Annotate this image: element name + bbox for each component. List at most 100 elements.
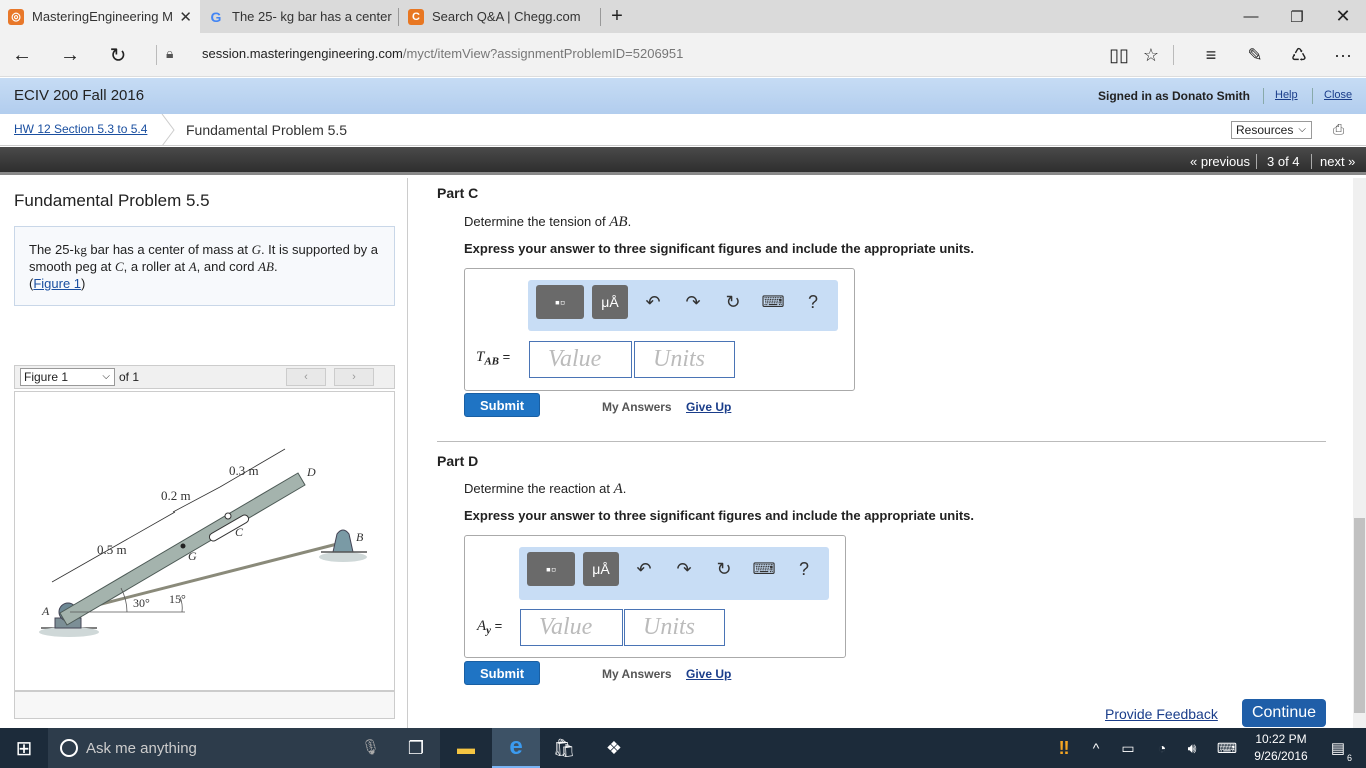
continue-button[interactable]: Continue xyxy=(1242,699,1326,727)
file-explorer-icon[interactable]: ▬ xyxy=(442,728,490,768)
more-icon[interactable]: ··· xyxy=(1327,41,1359,69)
prompt-text: Determine the reaction at xyxy=(464,481,614,496)
bar-diagram: 0.5 m 0.2 m 0.3 m D C G B A 30° 15° xyxy=(39,448,367,637)
battery-icon[interactable]: ▭ xyxy=(1114,728,1142,768)
help-button[interactable]: ? xyxy=(792,557,816,581)
task-view-icon[interactable]: ❐ xyxy=(392,728,440,768)
chevron-down-icon: ⌵ xyxy=(1298,124,1306,135)
volume-icon[interactable]: 🔊︎ xyxy=(1178,728,1206,768)
action-center-icon[interactable]: ▤ 6 xyxy=(1318,728,1358,768)
figure-link[interactable]: Figure 1 xyxy=(33,276,81,291)
part-c-title: Part C xyxy=(437,185,479,201)
restore-icon[interactable]: ❐ xyxy=(1274,0,1320,33)
submit-button[interactable]: Submit xyxy=(464,393,540,417)
new-tab-icon[interactable]: + xyxy=(600,0,634,33)
tab-google[interactable]: G The 25- kg bar has a center xyxy=(200,0,398,33)
dropbox-icon[interactable]: ❖ xyxy=(590,728,638,768)
url-field[interactable]: session.masteringengineering.com/myct/it… xyxy=(202,46,683,61)
undo-icon[interactable]: ↶ xyxy=(641,290,665,314)
microphone-icon[interactable]: 🎙︎ xyxy=(361,738,380,756)
share-icon[interactable]: ♺ xyxy=(1283,41,1315,69)
reset-icon[interactable]: ↻ xyxy=(712,557,736,581)
edge-icon[interactable]: e xyxy=(492,728,540,768)
chevron-up-icon[interactable]: ^ xyxy=(1084,728,1108,768)
statement-unit: kg xyxy=(73,242,87,257)
part-d-answer-box: ▪▫ μÅ ↶ ↷ ↻ ⌨ ? Ay = Value Units xyxy=(464,535,846,658)
store-icon[interactable]: 🛍︎ xyxy=(540,728,588,768)
peg-c xyxy=(224,512,232,520)
template-icon[interactable]: ▪▫ xyxy=(527,552,575,586)
notification-alert-icon[interactable]: ‼ xyxy=(1046,728,1082,768)
help-button[interactable]: ? xyxy=(801,290,825,314)
keyboard-icon[interactable]: ⌨ xyxy=(752,557,776,581)
previous-link[interactable]: « previous xyxy=(1190,154,1250,169)
undo-icon[interactable]: ↶ xyxy=(632,557,656,581)
refresh-icon[interactable]: ↻ xyxy=(96,33,140,77)
figure-panel: 0.5 m 0.2 m 0.3 m D C G B A 30° 15° xyxy=(14,391,395,691)
tab-chegg[interactable]: C Search Q&A | Chegg.com xyxy=(400,0,600,33)
reading-view-icon[interactable]: ▯▯ xyxy=(1103,41,1135,69)
give-up-link[interactable]: Give Up xyxy=(686,400,731,414)
resources-dropdown[interactable]: Resources ⌵ xyxy=(1231,121,1312,139)
give-up-link[interactable]: Give Up xyxy=(686,667,731,681)
assignment-nav: « previous 3 of 4 next » xyxy=(0,147,1366,175)
web-note-icon[interactable]: ✎ xyxy=(1239,41,1271,69)
part-c-answer-box: ▪▫ μÅ ↶ ↷ ↻ ⌨ ? TAB = Value Units xyxy=(464,268,855,391)
provide-feedback-link[interactable]: Provide Feedback xyxy=(1105,706,1218,722)
variable-label: Ay = xyxy=(477,618,502,637)
tab-mastering[interactable]: ◎ MasteringEngineering M ✕ xyxy=(0,0,200,33)
close-window-icon[interactable]: ✕ xyxy=(1320,0,1366,33)
my-answers-label: My Answers xyxy=(602,667,672,681)
units-input[interactable]: Units xyxy=(624,609,725,646)
minimize-icon[interactable]: — xyxy=(1228,0,1274,33)
scrollbar-thumb[interactable] xyxy=(1354,518,1365,713)
dim-label: 0.3 m xyxy=(229,463,259,478)
figure-prev-button[interactable]: ‹ xyxy=(286,368,326,386)
hub-icon[interactable]: ≡ xyxy=(1195,41,1227,69)
figure-select[interactable]: Figure 1 ⌵ xyxy=(20,368,115,386)
tab-separator xyxy=(398,8,399,26)
figure-count: of 1 xyxy=(119,370,140,384)
value-input[interactable]: Value xyxy=(520,609,623,646)
math-toolbar: ▪▫ μÅ ↶ ↷ ↻ ⌨ ? xyxy=(519,547,829,600)
course-name: ECIV 200 Fall 2016 xyxy=(14,87,145,104)
clock-time: 10:22 PM xyxy=(1255,732,1307,746)
part-d-prompt: Determine the reaction at A. xyxy=(464,481,626,498)
windows-start-icon[interactable]: ⊞ xyxy=(0,728,48,768)
statement-text: The 25- xyxy=(29,242,74,257)
wifi-icon[interactable]: ◔ xyxy=(1148,728,1176,768)
redo-icon[interactable]: ↷ xyxy=(672,557,696,581)
help-link[interactable]: Help xyxy=(1275,89,1298,101)
favorite-star-icon[interactable]: ☆ xyxy=(1135,41,1167,69)
breadcrumb-assignment-link[interactable]: HW 12 Section 5.3 to 5.4 xyxy=(14,122,147,136)
forward-icon[interactable]: → xyxy=(48,33,92,77)
template-icon[interactable]: ▪▫ xyxy=(536,285,584,319)
print-icon[interactable]: ⎙ xyxy=(1333,121,1353,139)
center-of-mass-g xyxy=(180,543,186,549)
clock-date: 9/26/2016 xyxy=(1254,749,1308,763)
back-icon[interactable]: ← xyxy=(0,33,44,77)
problem-pane: Fundamental Problem 5.5 The 25-kg bar ha… xyxy=(0,178,408,728)
keyboard-icon[interactable]: ⌨ xyxy=(761,290,785,314)
clock[interactable]: 10:22 PM 9/26/2016 xyxy=(1250,731,1312,765)
variable-label: TAB = xyxy=(476,349,510,368)
units-button[interactable]: μÅ xyxy=(592,285,628,319)
figure-next-button[interactable]: › xyxy=(334,368,374,386)
redo-icon[interactable]: ↷ xyxy=(681,290,705,314)
reset-icon[interactable]: ↻ xyxy=(721,290,745,314)
submit-button[interactable]: Submit xyxy=(464,661,540,685)
notification-count: 6 xyxy=(1346,753,1352,763)
next-link[interactable]: next » xyxy=(1320,154,1355,169)
value-input[interactable]: Value xyxy=(529,341,632,378)
units-button[interactable]: μÅ xyxy=(583,552,619,586)
units-input[interactable]: Units xyxy=(634,341,735,378)
statement-var: A xyxy=(188,259,197,274)
breadcrumb-current: Fundamental Problem 5.5 xyxy=(186,122,348,138)
close-tab-icon[interactable]: ✕ xyxy=(179,8,192,26)
keyboard-icon[interactable]: ⌨ xyxy=(1212,728,1242,768)
browser-tab-bar: ◎ MasteringEngineering M ✕ G The 25- kg … xyxy=(0,0,1366,33)
cortana-search[interactable]: Ask me anything 🎙︎ xyxy=(48,728,440,768)
close-link[interactable]: Close xyxy=(1324,89,1352,101)
prompt-var: A xyxy=(613,481,623,497)
statement-text: , a roller at xyxy=(123,259,189,274)
